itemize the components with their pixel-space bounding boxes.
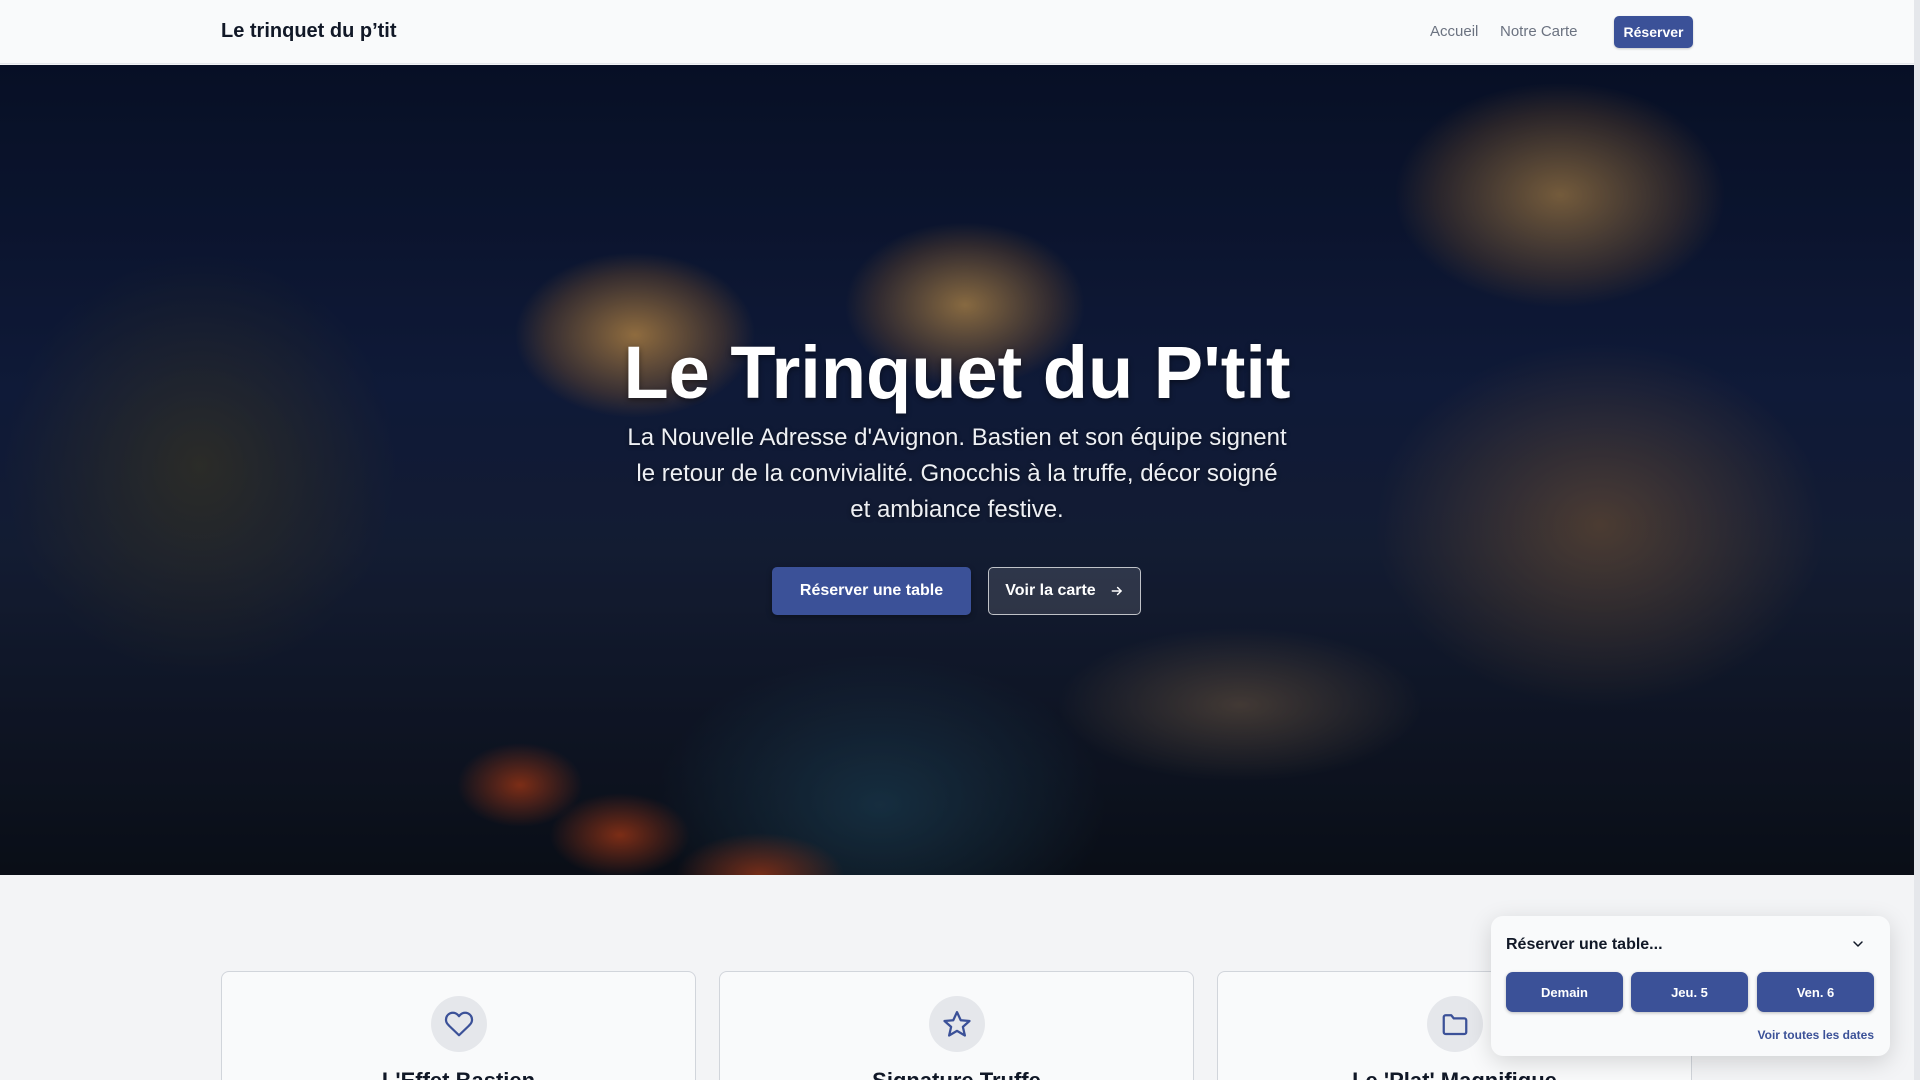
feature-card: L'Effet Bastien: [221, 971, 696, 1080]
all-dates-link[interactable]: Voir toutes les dates: [1758, 1028, 1874, 1042]
hero-subtitle: La Nouvelle Adresse d'Avignon. Bastien e…: [627, 424, 1287, 523]
chevron-down-icon[interactable]: [1850, 936, 1866, 952]
feature-title: L'Effet Bastien: [222, 1068, 695, 1080]
feature-icon-badge: [430, 996, 487, 1052]
view-menu-button-label: Voir la carte: [1005, 582, 1096, 599]
star-icon: [942, 1011, 971, 1037]
folder-icon: [1442, 1014, 1467, 1036]
feature-icon-badge: [1426, 996, 1483, 1052]
booking-widget-title: Réserver une table...: [1506, 936, 1663, 953]
heart-icon: [444, 1011, 473, 1037]
hero-section: Le Trinquet du P'tit La Nouvelle Adresse…: [0, 65, 1914, 875]
date-button-friday[interactable]: Ven. 6: [1757, 972, 1874, 1012]
nav-book-button[interactable]: Réserver: [1614, 16, 1693, 48]
nav-link-home[interactable]: Accueil: [1430, 23, 1478, 40]
page-scrollbar[interactable]: [1914, 0, 1920, 1080]
date-button-thursday[interactable]: Jeu. 5: [1631, 972, 1748, 1012]
date-button-tomorrow[interactable]: Demain: [1506, 972, 1623, 1012]
booking-widget: Réserver une table... Demain Jeu. 5 Ven.…: [1491, 916, 1890, 1056]
view-menu-button[interactable]: Voir la carte: [988, 567, 1141, 615]
book-table-button-label: Réserver une table: [799, 582, 944, 599]
brand-logo-text[interactable]: Le trinquet du p’tit: [221, 20, 397, 43]
feature-title: Le 'Plat' Magnifique: [1218, 1068, 1691, 1080]
feature-card: Signature Truffe: [719, 971, 1194, 1080]
hero-title: Le Trinquet du P'tit: [623, 331, 1291, 414]
arrow-right-icon: [1111, 586, 1122, 596]
feature-icon-badge: [928, 996, 985, 1052]
feature-title: Signature Truffe: [720, 1068, 1193, 1080]
book-table-button[interactable]: Réserver une table: [772, 567, 971, 615]
nav-link-menu[interactable]: Notre Carte: [1500, 23, 1578, 40]
site-header: Le trinquet du p’tit Accueil Notre Carte…: [0, 0, 1914, 64]
